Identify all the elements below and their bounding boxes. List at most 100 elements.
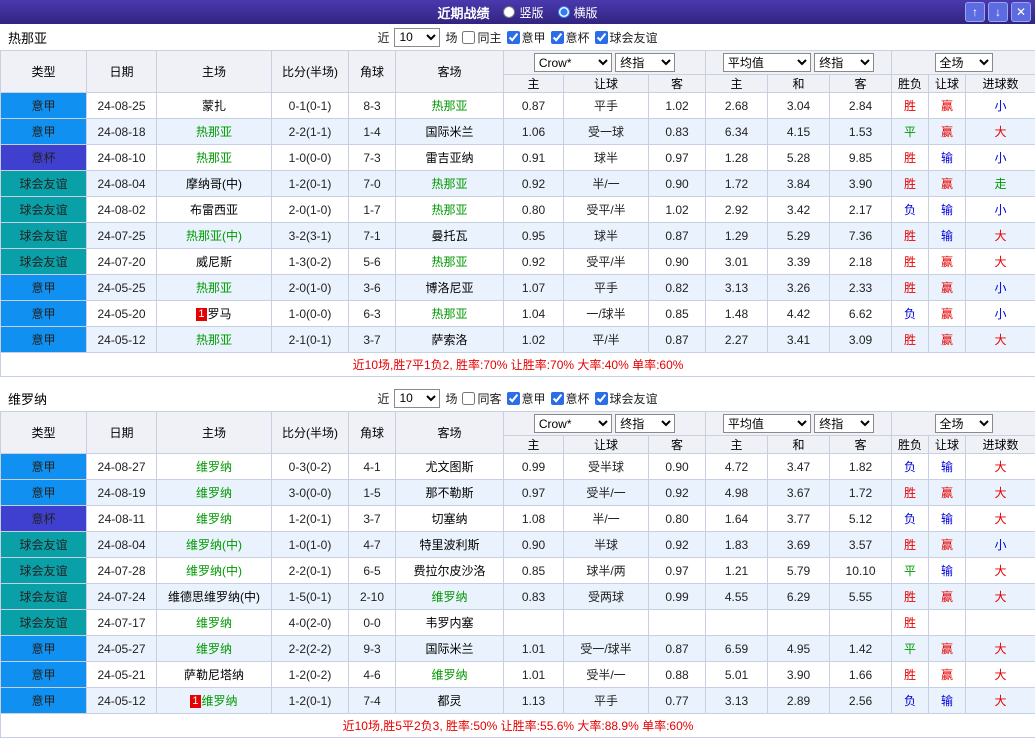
result-goals: 大 <box>966 636 1035 662</box>
away-team-name[interactable]: 国际米兰 <box>425 642 473 656</box>
odds-handicap: 球半/两 <box>564 558 649 584</box>
result-goals: 大 <box>966 584 1035 610</box>
result-handicap: 输 <box>929 506 966 532</box>
home-team-name[interactable]: 维罗纳(中) <box>186 564 242 578</box>
away-team-name[interactable]: 费拉尔皮沙洛 <box>413 564 485 578</box>
coppa-checkbox[interactable] <box>551 31 564 44</box>
home-team-name[interactable]: 热那亚 <box>196 333 232 347</box>
corner-count: 7-4 <box>349 688 396 714</box>
away-team-name[interactable]: 热那亚 <box>431 255 467 269</box>
avg-stage-select[interactable]: 终指 <box>814 53 874 72</box>
header-row-groups: 类型 日期 主场 比分(半场) 角球 客场 Crow* 终指 平均值 终指 全场 <box>1 412 1035 436</box>
odds-home: 0.90 <box>504 532 564 558</box>
odds-stage-select[interactable]: 终指 <box>615 53 675 72</box>
bookmaker-select[interactable]: Crow* <box>534 53 612 72</box>
col-avg-draw: 和 <box>768 75 830 93</box>
away-team-name[interactable]: 那不勒斯 <box>425 486 473 500</box>
odds-handicap: 平手 <box>564 275 649 301</box>
fulltime-select[interactable]: 全场 <box>935 53 993 72</box>
away-team-name[interactable]: 曼托瓦 <box>431 229 467 243</box>
scroll-up-icon[interactable]: ↑ <box>965 2 985 22</box>
home-team-name[interactable]: 蒙扎 <box>202 99 226 113</box>
away-team-name[interactable]: 尤文图斯 <box>425 460 473 474</box>
home-team-name[interactable]: 维罗纳 <box>196 616 232 630</box>
league-filter-friendly[interactable]: 球会友谊 <box>595 29 658 46</box>
coppa-checkbox[interactable] <box>551 392 564 405</box>
odds-stage-select[interactable]: 终指 <box>615 414 675 433</box>
vertical-radio-input[interactable] <box>503 6 515 18</box>
away-team-name[interactable]: 维罗纳 <box>431 668 467 682</box>
horizontal-radio-input[interactable] <box>558 6 570 18</box>
home-team-name[interactable]: 热那亚(中) <box>186 229 242 243</box>
league-filter-coppa[interactable]: 意杯 <box>551 29 590 46</box>
away-team-name[interactable]: 国际米兰 <box>425 125 473 139</box>
home-team-name[interactable]: 维罗纳 <box>196 512 232 526</box>
match-type: 意甲 <box>1 454 87 480</box>
home-team-name[interactable]: 维罗纳 <box>196 486 232 500</box>
home-team-name[interactable]: 热那亚 <box>196 151 232 165</box>
friendly-checkbox[interactable] <box>595 31 608 44</box>
same-venue-checkbox[interactable] <box>462 392 475 405</box>
match-date: 24-05-12 <box>87 327 157 353</box>
home-team-name[interactable]: 维罗纳 <box>196 460 232 474</box>
away-team-name[interactable]: 特里波利斯 <box>419 538 479 552</box>
average-select[interactable]: 平均值 <box>723 53 811 72</box>
odds-handicap: 受平/半 <box>564 197 649 223</box>
avg-home: 4.98 <box>706 480 768 506</box>
friendly-checkbox[interactable] <box>595 392 608 405</box>
away-team-name[interactable]: 韦罗内塞 <box>425 616 473 630</box>
avg-home: 4.72 <box>706 454 768 480</box>
away-team-name[interactable]: 雷吉亚纳 <box>425 151 473 165</box>
avg-away: 2.33 <box>830 275 892 301</box>
fulltime-select[interactable]: 全场 <box>935 414 993 433</box>
away-team-name[interactable]: 萨索洛 <box>431 333 467 347</box>
home-team-name[interactable]: 热那亚 <box>196 281 232 295</box>
home-team-name[interactable]: 热那亚 <box>196 125 232 139</box>
home-team-name[interactable]: 布雷西亚 <box>190 203 238 217</box>
match-score: 2-2(2-2) <box>272 636 349 662</box>
home-team-cell: 维罗纳 <box>157 506 272 532</box>
away-team-name[interactable]: 切塞纳 <box>431 512 467 526</box>
avg-stage-select[interactable]: 终指 <box>814 414 874 433</box>
serie-a-checkbox[interactable] <box>507 392 520 405</box>
layout-horizontal-radio[interactable]: 横版 <box>558 4 598 21</box>
home-team-name[interactable]: 罗马 <box>208 307 232 321</box>
result-goals: 小 <box>966 197 1035 223</box>
home-team-name[interactable]: 维罗纳 <box>202 694 238 708</box>
same-venue-checkbox[interactable] <box>462 31 475 44</box>
home-team-name[interactable]: 维德思维罗纳(中) <box>168 590 260 604</box>
match-count-select[interactable]: 10 <box>394 28 440 47</box>
away-team-name[interactable]: 热那亚 <box>431 177 467 191</box>
away-team-name[interactable]: 都灵 <box>437 694 461 708</box>
home-team-name[interactable]: 威尼斯 <box>196 255 232 269</box>
away-team-name[interactable]: 热那亚 <box>431 99 467 113</box>
layout-vertical-radio[interactable]: 竖版 <box>503 4 543 21</box>
home-team-name[interactable]: 维罗纳 <box>196 642 232 656</box>
same-venue-filter[interactable]: 同主 <box>462 29 501 46</box>
serie-a-checkbox[interactable] <box>507 31 520 44</box>
home-team-name[interactable]: 维罗纳(中) <box>186 538 242 552</box>
result-group-header: 全场 <box>892 412 1035 436</box>
close-icon[interactable]: ✕ <box>1011 2 1031 22</box>
league-filter-friendly[interactable]: 球会友谊 <box>595 390 658 407</box>
away-team-name[interactable]: 维罗纳 <box>431 590 467 604</box>
result-handicap: 赢 <box>929 327 966 353</box>
home-team-name[interactable]: 萨勒尼塔纳 <box>184 668 244 682</box>
away-team-name[interactable]: 博洛尼亚 <box>425 281 473 295</box>
league-filter-serie-a[interactable]: 意甲 <box>507 29 546 46</box>
home-team-cell: 热那亚(中) <box>157 223 272 249</box>
match-count-select[interactable]: 10 <box>394 389 440 408</box>
away-team-name[interactable]: 热那亚 <box>431 203 467 217</box>
scroll-down-icon[interactable]: ↓ <box>988 2 1008 22</box>
same-venue-filter[interactable]: 同客 <box>462 390 501 407</box>
average-select[interactable]: 平均值 <box>723 414 811 433</box>
league-filter-coppa[interactable]: 意杯 <box>551 390 590 407</box>
away-team-name[interactable]: 热那亚 <box>431 307 467 321</box>
match-type: 球会友谊 <box>1 558 87 584</box>
match-date: 24-08-27 <box>87 454 157 480</box>
bookmaker-select[interactable]: Crow* <box>534 414 612 433</box>
home-team-name[interactable]: 摩纳哥(中) <box>186 177 242 191</box>
match-date: 24-07-25 <box>87 223 157 249</box>
league-filter-serie-a[interactable]: 意甲 <box>507 390 546 407</box>
avg-away: 5.12 <box>830 506 892 532</box>
